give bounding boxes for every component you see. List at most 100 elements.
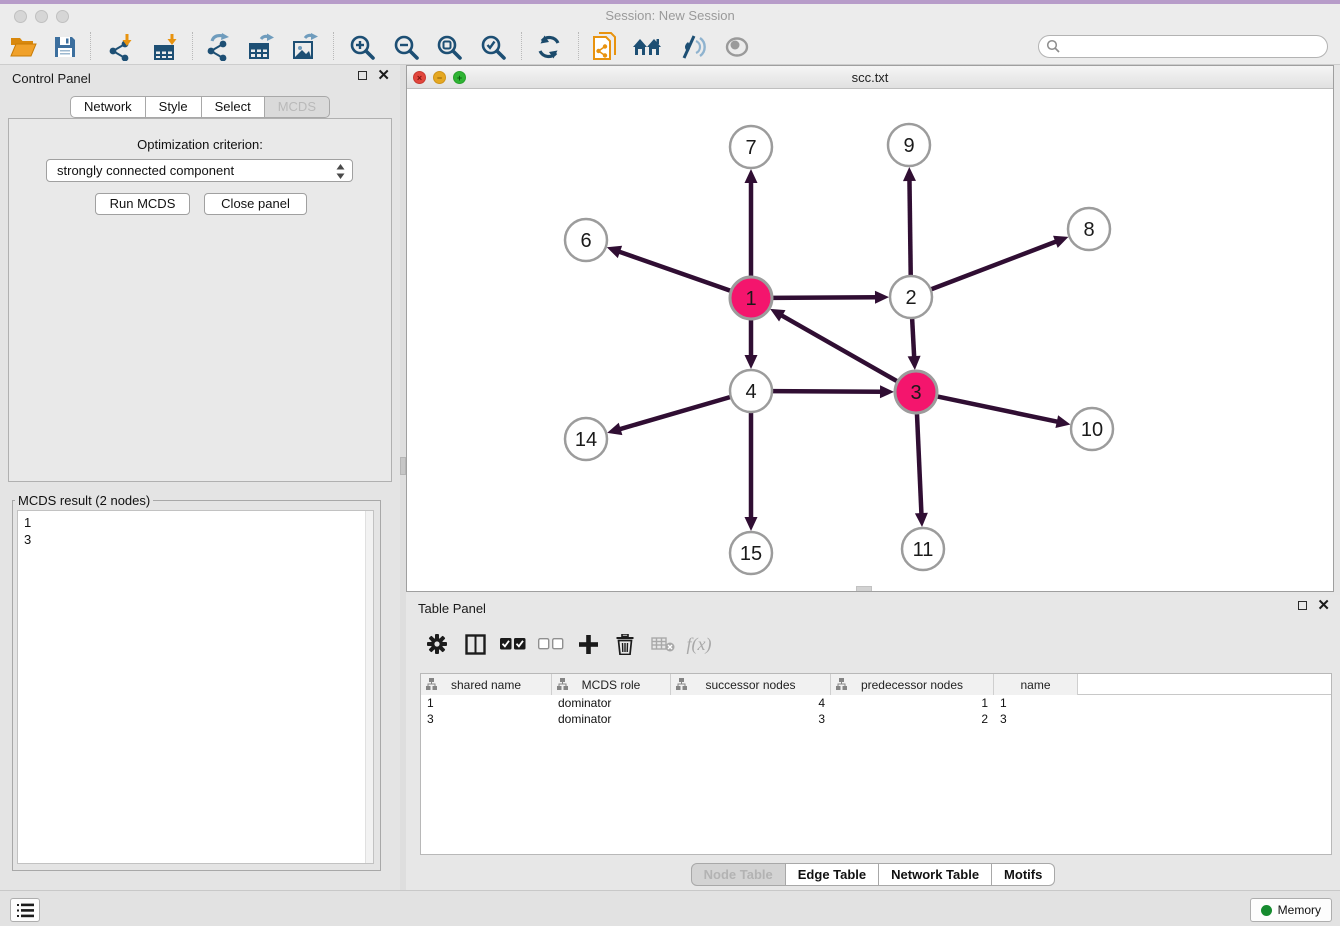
cell-mcds_role[interactable]: dominator bbox=[552, 695, 671, 711]
new-network-icon[interactable] bbox=[587, 31, 623, 63]
graph-node-label-9: 9 bbox=[903, 135, 914, 157]
graph-edge-arrowhead bbox=[745, 355, 758, 369]
hierarchy-icon bbox=[557, 678, 568, 690]
first-neighbors-icon[interactable] bbox=[630, 31, 666, 63]
tab-motifs[interactable]: Motifs bbox=[992, 863, 1055, 886]
node-table[interactable]: shared name MCDS role successor nodes prede… bbox=[420, 673, 1332, 855]
cell-successor_nodes[interactable]: 3 bbox=[671, 711, 831, 727]
table-row[interactable]: 3dominator323 bbox=[421, 711, 1331, 727]
column-header-predecessor_nodes[interactable]: predecessor nodes bbox=[831, 674, 994, 695]
cell-name[interactable]: 3 bbox=[994, 711, 1078, 727]
export-table-icon[interactable] bbox=[243, 31, 279, 63]
tab-node-table[interactable]: Node Table bbox=[691, 863, 786, 886]
export-network-icon[interactable] bbox=[200, 31, 236, 63]
tab-select[interactable]: Select bbox=[202, 96, 265, 118]
function-builder-icon[interactable]: f(x) bbox=[684, 629, 714, 659]
graph-edge-2-8[interactable] bbox=[931, 241, 1059, 290]
refresh-icon[interactable] bbox=[531, 31, 567, 63]
window-resize-grip[interactable] bbox=[856, 586, 872, 591]
table-toolbar: f(x) bbox=[406, 625, 1340, 663]
control-panel-title: Control Panel bbox=[12, 71, 91, 86]
column-header-name[interactable]: name bbox=[994, 674, 1078, 695]
graph-edge-arrowhead bbox=[880, 385, 894, 398]
open-session-icon[interactable] bbox=[5, 31, 41, 63]
network-graph: 1234678910111415 bbox=[407, 89, 1333, 591]
graph-edge-arrowhead bbox=[745, 517, 758, 531]
import-table-icon[interactable] bbox=[148, 31, 184, 63]
graph-node-label-1: 1 bbox=[745, 288, 756, 310]
cell-predecessor_nodes[interactable]: 1 bbox=[831, 695, 994, 711]
zoom-fit-icon[interactable] bbox=[431, 31, 467, 63]
zoom-out-icon[interactable] bbox=[388, 31, 424, 63]
tab-edge-table[interactable]: Edge Table bbox=[786, 863, 879, 886]
close-panel-button[interactable]: Close panel bbox=[204, 193, 307, 215]
graph-edge-4-14[interactable] bbox=[618, 397, 731, 430]
network-window-title: scc.txt bbox=[407, 70, 1333, 85]
zoom-in-icon[interactable] bbox=[344, 31, 380, 63]
column-header-shared_name[interactable]: shared name bbox=[421, 674, 552, 695]
column-header-successor_nodes[interactable]: successor nodes bbox=[671, 674, 831, 695]
optimization-select[interactable]: strongly connected component bbox=[46, 159, 353, 182]
main-toolbar bbox=[0, 28, 1340, 65]
graph-edge-3-1[interactable] bbox=[780, 314, 898, 381]
table-row[interactable]: 1dominator411 bbox=[421, 695, 1331, 711]
float-panel-icon[interactable] bbox=[358, 71, 367, 80]
tab-network[interactable]: Network bbox=[70, 96, 146, 118]
tab-network-table[interactable]: Network Table bbox=[879, 863, 992, 886]
graph-edge-3-10[interactable] bbox=[937, 396, 1060, 422]
column-label: successor nodes bbox=[705, 678, 795, 692]
graph-node-label-4: 4 bbox=[745, 381, 756, 403]
graph-edge-2-9[interactable] bbox=[909, 178, 910, 276]
cell-successor_nodes[interactable]: 4 bbox=[671, 695, 831, 711]
save-session-icon[interactable] bbox=[47, 31, 83, 63]
show-annotations-icon[interactable] bbox=[719, 31, 755, 63]
close-table-panel-icon[interactable]: ✕ bbox=[1317, 600, 1330, 611]
graph-edge-1-2[interactable] bbox=[772, 297, 878, 298]
delete-column-icon[interactable] bbox=[610, 629, 640, 659]
column-label: MCDS role bbox=[582, 678, 641, 692]
close-panel-icon[interactable]: ✕ bbox=[377, 70, 390, 81]
hide-annotations-icon[interactable] bbox=[674, 31, 710, 63]
graph-node-label-14: 14 bbox=[575, 429, 597, 451]
graph-edge-arrowhead bbox=[607, 423, 622, 435]
table-header-row: shared name MCDS role successor nodes prede… bbox=[421, 674, 1331, 695]
add-column-icon[interactable] bbox=[573, 629, 603, 659]
column-header-mcds_role[interactable]: MCDS role bbox=[552, 674, 671, 695]
graph-edge-1-6[interactable] bbox=[617, 251, 731, 291]
graph-edge-3-11[interactable] bbox=[917, 413, 922, 516]
network-canvas[interactable]: 1234678910111415 bbox=[407, 89, 1333, 591]
float-table-panel-icon[interactable] bbox=[1298, 601, 1307, 610]
export-image-icon[interactable] bbox=[287, 31, 323, 63]
cell-shared_name[interactable]: 3 bbox=[421, 711, 552, 727]
mcds-result-textarea[interactable]: 1 3 bbox=[17, 510, 374, 864]
split-columns-icon[interactable] bbox=[460, 629, 490, 659]
column-label: name bbox=[1020, 678, 1050, 692]
cell-shared_name[interactable]: 1 bbox=[421, 695, 552, 711]
memory-button[interactable]: Memory bbox=[1250, 898, 1332, 922]
tab-style[interactable]: Style bbox=[146, 96, 202, 118]
search-input[interactable] bbox=[1061, 37, 1327, 56]
table-body: 1dominator4113dominator323 bbox=[421, 695, 1331, 727]
main-titlebar: Session: New Session bbox=[0, 4, 1340, 28]
delete-table-icon[interactable] bbox=[648, 629, 678, 659]
run-mcds-button[interactable]: Run MCDS bbox=[95, 193, 190, 215]
import-network-icon[interactable] bbox=[102, 31, 138, 63]
task-history-button[interactable] bbox=[10, 898, 40, 922]
table-panel-header: Table Panel ✕ bbox=[406, 595, 1340, 621]
graph-edge-2-3[interactable] bbox=[912, 318, 914, 359]
toolbar-separator bbox=[521, 32, 522, 60]
deselect-all-checkboxes-icon[interactable] bbox=[536, 629, 566, 659]
graph-node-label-7: 7 bbox=[745, 137, 756, 159]
toolbar-separator bbox=[578, 32, 579, 60]
control-panel: Control Panel ✕ NetworkStyleSelectMCDS O… bbox=[0, 65, 400, 890]
select-all-checkboxes-icon[interactable] bbox=[498, 629, 528, 659]
result-scrollbar[interactable] bbox=[365, 511, 373, 863]
cell-predecessor_nodes[interactable]: 2 bbox=[831, 711, 994, 727]
graph-node-label-10: 10 bbox=[1081, 419, 1103, 441]
graph-edge-4-3[interactable] bbox=[772, 391, 883, 392]
gear-icon[interactable] bbox=[422, 629, 452, 659]
cell-mcds_role[interactable]: dominator bbox=[552, 711, 671, 727]
cell-name[interactable]: 1 bbox=[994, 695, 1078, 711]
zoom-selected-icon[interactable] bbox=[475, 31, 511, 63]
tab-mcds[interactable]: MCDS bbox=[265, 96, 330, 118]
